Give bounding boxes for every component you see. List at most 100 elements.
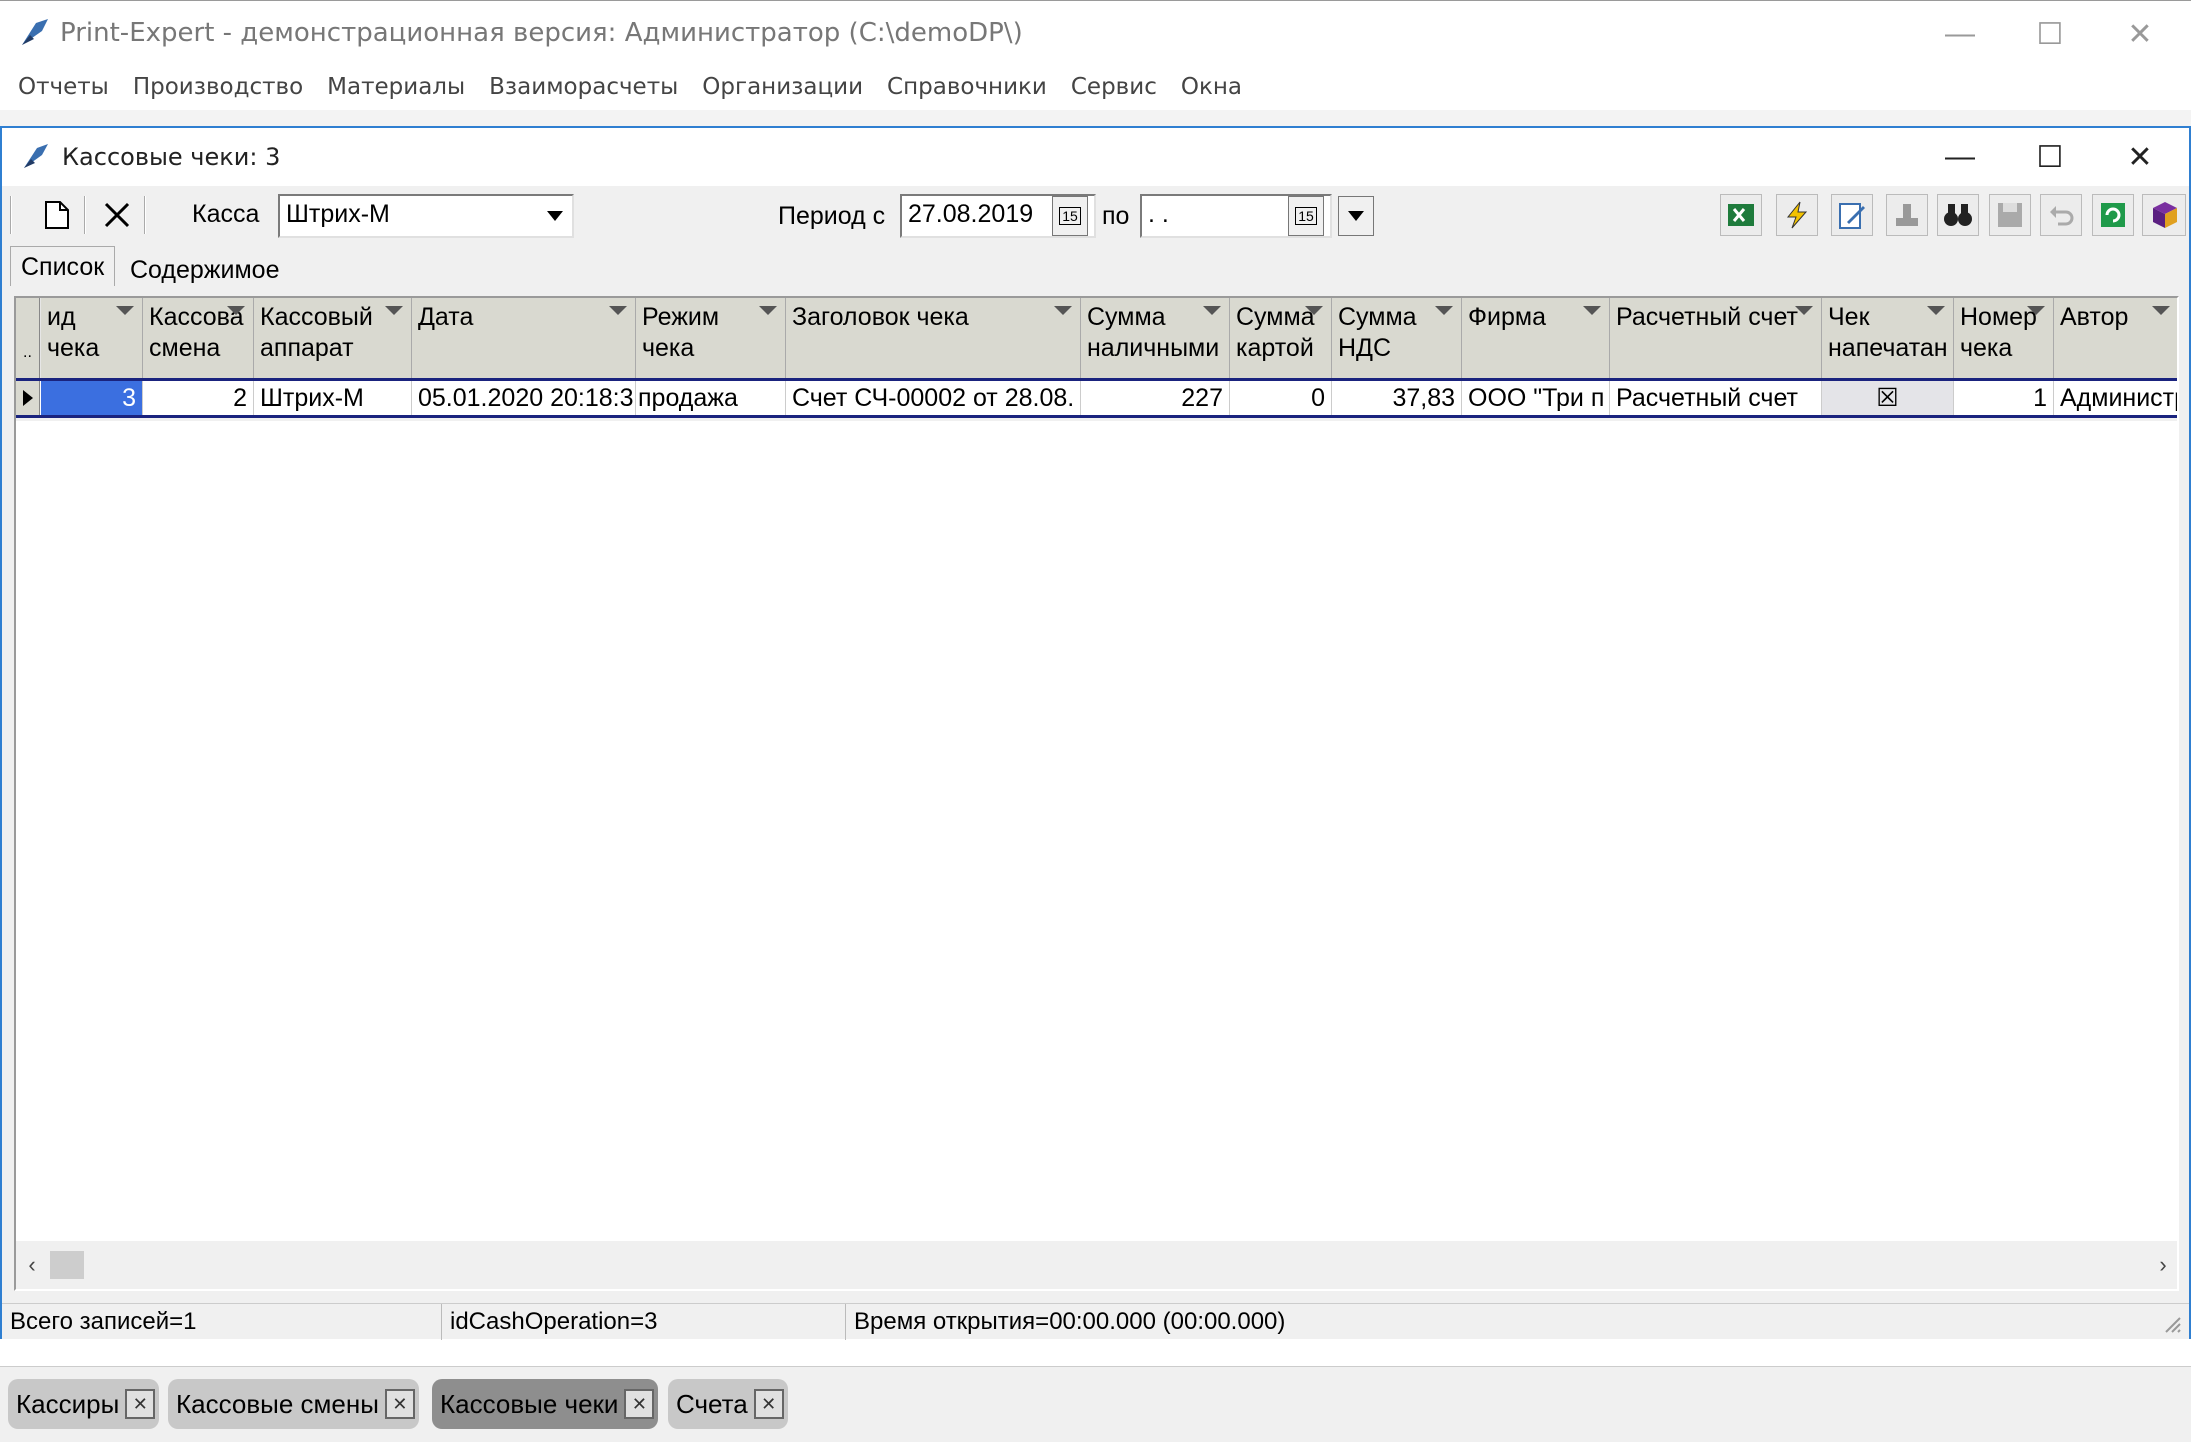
menu-service[interactable]: Сервис — [1059, 74, 1169, 100]
cell-card[interactable]: 0 — [1230, 381, 1332, 415]
cell-date[interactable]: 05.01.2020 20:18:3 — [412, 381, 636, 415]
stamp-button[interactable] — [1886, 194, 1928, 236]
sort-arrow-icon — [1435, 306, 1453, 315]
tab-list[interactable]: Список — [10, 246, 116, 286]
window-tab-cash-shifts[interactable]: Кассовые смены ✕ — [168, 1379, 419, 1429]
period-from-calendar-button[interactable]: 15 — [1052, 196, 1088, 236]
window-tab-cashiers[interactable]: Кассиры ✕ — [8, 1379, 160, 1429]
period-to-calendar-button[interactable]: 15 — [1288, 196, 1324, 236]
grid-header: .. ид чека Кассова смена Кассовый аппара… — [16, 298, 2177, 378]
new-document-button[interactable] — [36, 194, 78, 236]
cell-firm[interactable]: ООО "Три п — [1462, 381, 1610, 415]
cell-id[interactable]: 3 — [41, 381, 143, 415]
column-header-card[interactable]: Сумма картой — [1230, 298, 1332, 378]
close-icon[interactable]: ✕ — [753, 1389, 784, 1419]
cell-cash[interactable]: 227 — [1081, 381, 1230, 415]
cell-mode[interactable]: продажа — [636, 381, 786, 415]
column-header-date[interactable]: Дата — [412, 298, 636, 378]
undo-button[interactable] — [2040, 194, 2082, 236]
column-header-device[interactable]: Кассовый аппарат — [254, 298, 412, 378]
scroll-right-icon[interactable]: › — [2151, 1251, 2175, 1279]
column-header-number[interactable]: Номер чека — [1954, 298, 2054, 378]
window-tab-cash-receipts[interactable]: Кассовые чеки ✕ — [432, 1379, 659, 1429]
scrollbar-thumb[interactable] — [50, 1251, 84, 1279]
menu-directories[interactable]: Справочники — [875, 74, 1059, 100]
reference-book-button[interactable] — [2142, 194, 2186, 236]
refresh-button[interactable] — [2092, 194, 2134, 236]
sort-arrow-icon — [1203, 306, 1221, 315]
sort-arrow-icon — [385, 306, 403, 315]
column-header-shift[interactable]: Кассова смена — [143, 298, 254, 378]
cell-title[interactable]: Счет СЧ-00002 от 28.08. — [786, 381, 1081, 415]
status-records: Всего записей=1 — [2, 1304, 442, 1340]
status-open-time: Время открытия=00:00.000 (00:00.000) — [854, 1308, 1286, 1335]
app-minimize-button[interactable]: — — [1915, 1, 2005, 67]
column-header-title[interactable]: Заголовок чека — [786, 298, 1081, 378]
tab-contents[interactable]: Содержимое — [120, 250, 290, 290]
window-minimize-button[interactable]: — — [1915, 128, 2005, 186]
scroll-left-icon[interactable]: ‹ — [20, 1251, 44, 1279]
close-icon[interactable]: ✕ — [384, 1389, 415, 1419]
window-tab-invoices[interactable]: Счета ✕ — [668, 1379, 788, 1429]
sort-arrow-icon — [609, 306, 627, 315]
window-title-bar: Кассовые чеки: 3 — ☐ ✕ — [2, 128, 2189, 186]
app-title-bar: Print-Expert - демонстрационная версия: … — [0, 0, 2191, 66]
sort-arrow-icon — [116, 306, 134, 315]
sort-arrow-icon — [759, 306, 777, 315]
current-row-indicator-icon — [16, 381, 40, 415]
menu-settlements[interactable]: Взаиморасчеты — [477, 74, 690, 100]
close-icon[interactable]: ✕ — [624, 1389, 655, 1419]
cash-receipts-window: Кассовые чеки: 3 — ☐ ✕ Касса Штрих-М Пер… — [0, 126, 2191, 1340]
period-from-value: 27.08.2019 — [908, 200, 1034, 228]
column-header-vat[interactable]: Сумма НДС — [1332, 298, 1462, 378]
menu-production[interactable]: Производство — [121, 74, 315, 100]
period-to-value: . . — [1148, 200, 1169, 228]
resize-grip-icon[interactable] — [2162, 1314, 2182, 1334]
column-header-printed[interactable]: Чек напечатан — [1822, 298, 1954, 378]
find-button[interactable] — [1937, 194, 1979, 236]
close-icon[interactable]: ✕ — [125, 1389, 156, 1419]
sort-arrow-icon — [1795, 306, 1813, 315]
column-header-firm[interactable]: Фирма — [1462, 298, 1610, 378]
kassa-dropdown-button[interactable] — [540, 198, 570, 234]
save-button[interactable] — [1989, 194, 2031, 236]
export-excel-button[interactable] — [1720, 194, 1762, 236]
kassa-select[interactable]: Штрих-М — [278, 194, 574, 238]
cell-author[interactable]: Администратор — [2054, 381, 2177, 415]
sort-arrow-icon — [1927, 306, 1945, 315]
horizontal-scrollbar[interactable]: ‹ › — [16, 1241, 2177, 1289]
cell-account[interactable]: Расчетный счет — [1610, 381, 1822, 415]
calendar-icon: 15 — [1059, 207, 1081, 225]
period-menu-button[interactable] — [1338, 196, 1374, 236]
menu-organizations[interactable]: Организации — [690, 74, 875, 100]
column-header-cash[interactable]: Сумма наличными — [1081, 298, 1230, 378]
window-logo-icon — [24, 144, 48, 168]
cell-shift[interactable]: 2 — [143, 381, 254, 415]
column-header-author[interactable]: Автор — [2054, 298, 2177, 378]
window-maximize-button[interactable]: ☐ — [2005, 128, 2095, 186]
delete-button[interactable] — [96, 194, 138, 236]
column-header-id[interactable]: ид чека — [41, 298, 143, 378]
cell-vat[interactable]: 37,83 — [1332, 381, 1462, 415]
window-tab-label: Кассиры — [16, 1388, 120, 1419]
app-maximize-button[interactable]: ☐ — [2005, 1, 2095, 67]
row-indicator-header: .. — [16, 298, 40, 378]
delete-icon — [104, 202, 130, 228]
column-header-account[interactable]: Расчетный счет — [1610, 298, 1822, 378]
edit-button[interactable] — [1831, 194, 1873, 236]
cell-printed-checkbox[interactable]: ☒ — [1822, 381, 1954, 415]
cell-number[interactable]: 1 — [1954, 381, 2054, 415]
menu-windows[interactable]: Окна — [1169, 74, 1254, 100]
column-header-mode[interactable]: Режим чека — [636, 298, 786, 378]
window-close-button[interactable]: ✕ — [2095, 128, 2185, 186]
window-tab-label: Кассовые чеки — [440, 1388, 619, 1419]
menu-reports[interactable]: Отчеты — [6, 74, 121, 100]
calendar-icon: 15 — [1295, 207, 1317, 225]
quick-action-button[interactable] — [1776, 194, 1818, 236]
stamp-icon — [1896, 204, 1918, 226]
table-row[interactable]: 3 2 Штрих-М 05.01.2020 20:18:3 продажа С… — [16, 378, 2177, 418]
cell-device[interactable]: Штрих-М — [254, 381, 412, 415]
menu-materials[interactable]: Материалы — [315, 74, 477, 100]
column-header-label: Заголовок чека — [792, 303, 969, 331]
app-close-button[interactable]: ✕ — [2095, 1, 2185, 67]
